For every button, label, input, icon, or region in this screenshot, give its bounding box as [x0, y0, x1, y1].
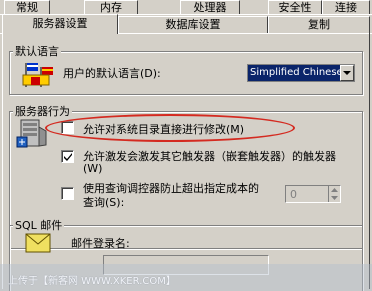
allow-nested-triggers-label-line2: (W) — [83, 162, 103, 175]
tab-security[interactable]: 安全性 — [268, 0, 322, 14]
query-governor-checkbox[interactable] — [61, 187, 74, 200]
language-flags-icon — [21, 61, 55, 87]
tab-connections[interactable]: 连接 — [322, 0, 370, 14]
default-language-value: Simplified Chinese — [250, 67, 343, 78]
mail-login-label: 邮件登录名: — [71, 237, 130, 250]
chevron-down-icon[interactable] — [340, 65, 354, 81]
allow-nested-triggers-label: 允许激发会激发其它触发器（嵌套触发器）的触发器 — [83, 150, 336, 163]
default-language-select[interactable]: Simplified Chinese — [247, 64, 355, 82]
tab-processor[interactable]: 处理器 — [180, 0, 240, 14]
spinner-arrows-icon[interactable] — [328, 186, 340, 202]
allow-nested-triggers-checkbox[interactable] — [61, 150, 74, 163]
allow-modify-catalog-checkbox[interactable] — [61, 121, 74, 134]
checkmark-icon — [64, 153, 72, 161]
default-language-label: 用户的默认语言(D): — [63, 67, 161, 80]
allow-modify-catalog-label: 允许对系统目录直接进行修改(M) — [83, 123, 245, 136]
tab-panel: 默认语言 用户的默认语言(D): Simplified Chinese 服务器行… — [2, 33, 370, 291]
tab-server-settings[interactable]: 服务器设置 — [2, 14, 118, 34]
tab-replication[interactable]: 复制 — [268, 16, 370, 33]
watermark-text: 上传于【新客网 WWW.XKER.COM】 — [8, 276, 176, 287]
tab-general[interactable]: 常规 — [4, 0, 50, 14]
query-governor-value: 0 — [290, 188, 297, 201]
tab-memory[interactable]: 内存 — [84, 0, 138, 14]
sql-mail-title: SQL 邮件 — [13, 217, 65, 233]
default-language-title: 默认语言 — [13, 43, 61, 59]
mail-envelope-icon — [25, 233, 51, 253]
watermark-band: 上传于【新客网 WWW.XKER.COM】 — [0, 264, 372, 291]
tab-database-settings[interactable]: 数据库设置 — [118, 16, 268, 33]
server-icon — [15, 117, 49, 151]
query-governor-spinner[interactable]: 0 — [285, 185, 341, 203]
query-governor-label-line2: 查询(S): — [83, 196, 125, 209]
